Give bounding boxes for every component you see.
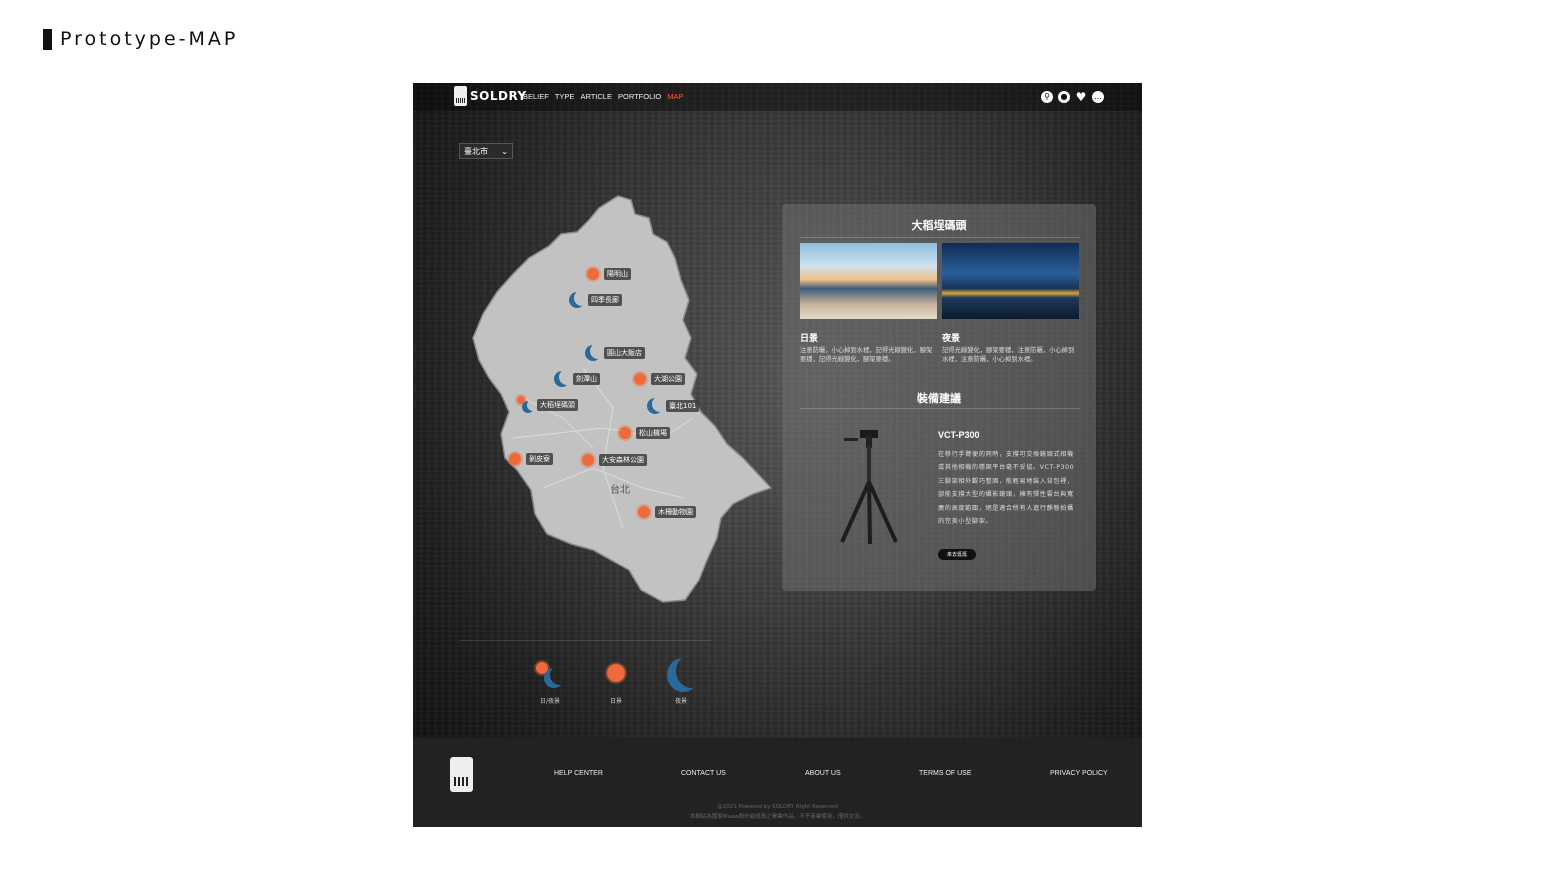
product-name: VCT-P300 (938, 430, 980, 440)
gear-title: 裝備建議 (917, 392, 961, 405)
night-caption: 夜景 (942, 334, 961, 344)
marker-label: 剝皮寮 (526, 453, 553, 465)
menu-item-map[interactable]: MAP (667, 92, 683, 101)
brand-logo[interactable]: SOLDRY (454, 86, 527, 106)
legend-divider (459, 640, 711, 641)
legend-label: 日/夜景 (539, 698, 561, 705)
sun-icon (578, 450, 598, 470)
logo-icon (454, 86, 467, 106)
main-menu: BELIEF TYPE ARTICLE PORTFOLIO MAP (523, 92, 683, 101)
map-marker[interactable]: 大湖公園 (630, 369, 685, 389)
footer-link-about-us[interactable]: ABOUT US (805, 770, 841, 777)
menu-item-article[interactable]: ARTICLE (580, 92, 612, 101)
menu-item-type[interactable]: TYPE (555, 92, 575, 101)
sun-moon-icon (530, 658, 570, 694)
nav-icon-group: ⚲ ● ♥ … (1041, 91, 1104, 103)
map-marker[interactable]: 松山機場 (615, 423, 670, 443)
location-title: 大稻埕碼頭 (911, 219, 967, 232)
slide-title: Prototype-MAP (43, 28, 238, 50)
legend-item-night: 夜景 (651, 658, 711, 705)
map-marker[interactable]: 陽明山 (583, 264, 631, 284)
map-city-label: 台北 (610, 485, 630, 496)
chat-icon[interactable]: … (1092, 91, 1104, 103)
location-detail-panel: 大稻埕碼頭 日景 注意防曬，小心掉到水裡，記得光線變化，腳架要穩，記得光線變化，… (782, 204, 1096, 591)
divider (800, 237, 1080, 238)
footer-link-terms[interactable]: TERMS OF USE (919, 770, 972, 777)
legend-item-both: 日/夜景 (520, 658, 580, 705)
top-nav: SOLDRY BELIEF TYPE ARTICLE PORTFOLIO MAP… (413, 83, 1142, 111)
day-description: 注意防曬，小心掉到水裡，記得光線變化，腳架要穩，記得光線變化，腳架要穩。 (800, 347, 933, 363)
chevron-down-icon: ⌄ (501, 146, 508, 156)
map-shape (472, 195, 773, 603)
product-description: 在移行手臂便的同時，支撐可交換鏡頭式相機或其他相機的穩固平台毫不妥協。VCT-P… (938, 451, 1075, 526)
menu-item-portfolio[interactable]: PORTFOLIO (618, 92, 661, 101)
footer-link-privacy[interactable]: PRIVACY POLICY (1050, 770, 1108, 777)
sun-icon (634, 502, 654, 522)
sun-icon (596, 658, 636, 694)
legend-item-day: 日景 (586, 658, 646, 705)
night-description: 記得光線變化，腳架要穩，注意防曬，小心掉到水裡，注意防曬，小心掉到水裡。 (942, 347, 1075, 363)
map-marker[interactable]: 四季長廊 (568, 291, 622, 309)
taipei-map: 台北 陽明山 四季長廊 圓山大飯店 劍潭山 大湖公園 大稻埕碼頭 臺北101 松… (453, 188, 783, 608)
shop-button[interactable]: 來去逛逛 (938, 549, 976, 560)
slide-title-text: Prototype-MAP (60, 28, 239, 50)
search-icon[interactable]: ⚲ (1041, 91, 1053, 103)
moon-icon (568, 291, 586, 309)
menu-item-belief[interactable]: BELIEF (523, 92, 549, 101)
day-caption: 日景 (800, 334, 819, 344)
map-marker[interactable]: 剝皮寮 (505, 449, 553, 469)
title-bar-decoration (43, 28, 52, 50)
footer-copyright: @2021 Powered by SOLDRY Right Reserved (717, 804, 838, 810)
marker-label: 大湖公園 (651, 373, 685, 385)
heart-icon[interactable]: ♥ (1075, 91, 1087, 103)
footer-notice: 本網站為國家Maaw設計組成員之畢業作品，不予商業使用，僅供交流。 (689, 814, 866, 820)
marker-label: 木柵動物園 (655, 506, 696, 518)
map-marker[interactable]: 臺北101 (646, 397, 700, 415)
night-photo (942, 243, 1079, 319)
map-marker[interactable]: 劍潭山 (553, 370, 600, 388)
day-photo (800, 243, 937, 319)
marker-label: 大安森林公園 (599, 454, 647, 466)
marker-label: 大稻埕碼頭 (537, 399, 578, 411)
footer-link-contact-us[interactable]: CONTACT US (681, 770, 726, 777)
marker-label: 劍潭山 (573, 373, 600, 385)
moon-icon (553, 370, 571, 388)
sun-icon (615, 423, 635, 443)
sun-icon (505, 449, 525, 469)
moon-icon (661, 658, 701, 694)
map-marker[interactable]: 大稻埕碼頭 (513, 392, 578, 414)
site-footer: HELP CENTER CONTACT US ABOUT US TERMS OF… (413, 738, 1142, 827)
marker-label: 四季長廊 (588, 294, 622, 306)
footer-link-help-center[interactable]: HELP CENTER (554, 770, 603, 777)
legend-label: 夜景 (674, 698, 687, 705)
footer-logo-icon[interactable] (450, 757, 473, 792)
moon-icon (584, 344, 602, 362)
moon-icon (646, 397, 664, 415)
legend-label: 日景 (609, 698, 622, 705)
sun-icon (583, 264, 603, 284)
map-marker[interactable]: 圓山大飯店 (584, 344, 645, 362)
marker-label: 圓山大飯店 (604, 347, 645, 359)
marker-label: 臺北101 (666, 400, 700, 412)
divider (800, 408, 1080, 409)
website-mockup: SOLDRY BELIEF TYPE ARTICLE PORTFOLIO MAP… (413, 83, 1142, 827)
marker-label: 陽明山 (604, 268, 631, 280)
brand-name: SOLDRY (470, 89, 527, 103)
map-marker[interactable]: 木柵動物園 (634, 502, 696, 522)
sun-icon (630, 369, 650, 389)
tripod-image (840, 430, 898, 545)
map-marker[interactable]: 大安森林公園 (578, 450, 647, 470)
marker-label: 松山機場 (636, 427, 670, 439)
user-icon[interactable]: ● (1058, 91, 1070, 103)
sun-moon-icon (513, 392, 535, 414)
city-select[interactable]: 臺北市 ⌄ (459, 143, 513, 159)
city-select-value: 臺北市 (464, 146, 488, 156)
